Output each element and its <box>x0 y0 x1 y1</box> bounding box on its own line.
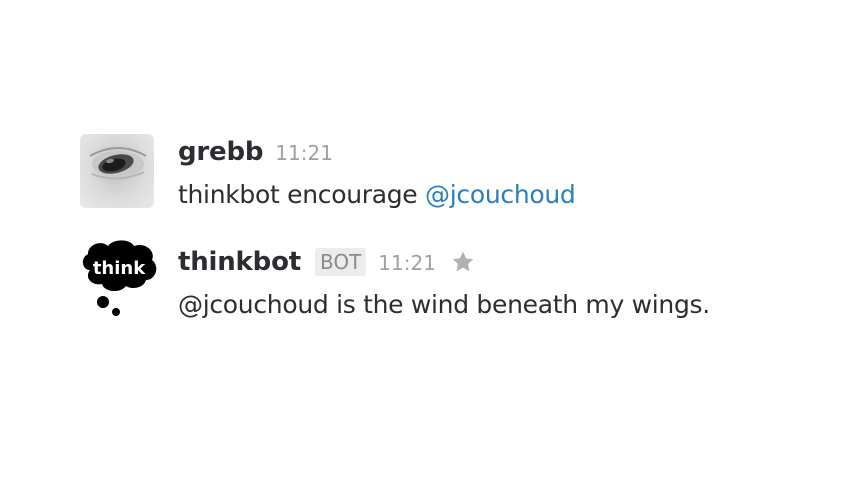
message-grebb: grebb 11:21 thinkbot encourage @jcouchou… <box>80 134 800 214</box>
timestamp[interactable]: 11:21 <box>378 245 436 281</box>
bot-badge: BOT <box>314 248 367 276</box>
bot-avatar-thinkbot[interactable]: think <box>80 240 158 324</box>
message-content: thinkbot BOT 11:21 @jcouchoud is the win… <box>178 244 800 320</box>
username[interactable]: thinkbot <box>178 244 301 280</box>
message-header: grebb 11:21 <box>178 134 800 170</box>
think-bubble-icon: think <box>82 240 157 316</box>
timestamp[interactable]: 11:21 <box>275 135 333 171</box>
svg-text:think: think <box>93 258 146 279</box>
message-content: grebb 11:21 thinkbot encourage @jcouchou… <box>178 134 800 210</box>
message-text-prefix: thinkbot encourage <box>178 180 426 209</box>
user-mention-link[interactable]: @jcouchoud <box>425 180 576 209</box>
eye-photo-icon <box>89 147 147 180</box>
message-text: thinkbot encourage @jcouchoud <box>178 180 800 210</box>
message-header: thinkbot BOT 11:21 <box>178 244 800 280</box>
star-icon[interactable] <box>450 249 476 275</box>
username[interactable]: grebb <box>178 134 263 170</box>
message-text: @jcouchoud is the wind beneath my wings. <box>178 290 710 319</box>
user-avatar-grebb[interactable] <box>80 134 154 208</box>
message-thinkbot: think thinkbot BOT 11:21 @jcouchoud is t… <box>80 240 800 324</box>
